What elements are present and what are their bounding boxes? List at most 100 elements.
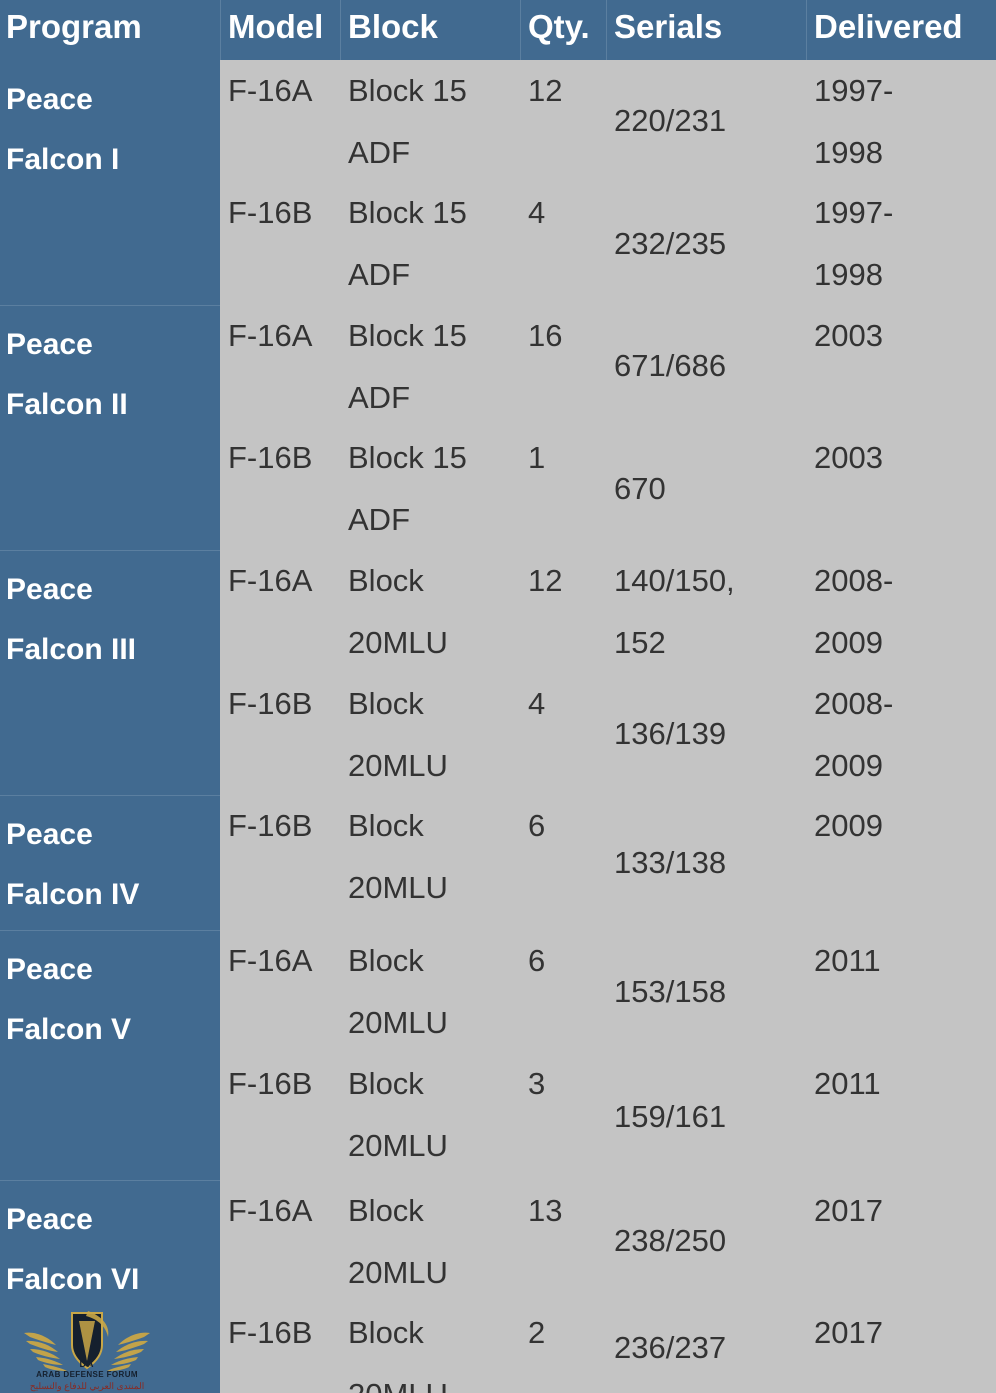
qty-cell[interactable]: 6 xyxy=(520,795,606,930)
block-cell-line: Block 15 xyxy=(348,318,467,353)
qty-cell[interactable]: 12 xyxy=(520,550,606,673)
header-column-divider xyxy=(340,0,341,60)
delivered-cell-line: 2009 xyxy=(814,625,883,660)
aircraft-delivery-table: Program Model Block Qty. Serials Delivered Pe… xyxy=(0,0,996,1393)
block-cell[interactable]: Block 20MLU xyxy=(340,795,520,930)
block-cell[interactable]: Block 20MLU xyxy=(340,550,520,673)
block-cell-line: 20MLU xyxy=(348,748,448,783)
program-cell[interactable]: Peace Falcon I xyxy=(0,60,220,305)
block-cell[interactable]: Block 20MLU xyxy=(340,1180,520,1302)
delivered-cell[interactable]: 2009 xyxy=(806,795,996,930)
program-label-line: Peace xyxy=(6,328,93,361)
program-cell[interactable]: Peace Falcon V xyxy=(0,930,220,1180)
delivered-cell-line: 2009 xyxy=(814,748,883,783)
delivered-cell[interactable]: 2017 xyxy=(806,1180,996,1302)
block-cell-line: Block xyxy=(348,563,424,598)
model-cell[interactable]: F-16A xyxy=(220,550,340,673)
qty-cell[interactable]: 1 xyxy=(520,427,606,550)
serials-cell[interactable]: 153/158 xyxy=(606,930,806,1053)
program-cell[interactable]: Peace Falcon VI xyxy=(0,1180,220,1393)
column-divider xyxy=(340,60,341,1393)
block-cell[interactable]: Block 20MLU xyxy=(340,1053,520,1180)
qty-cell[interactable]: 4 xyxy=(520,673,606,795)
block-cell-line: ADF xyxy=(348,502,410,537)
qty-cell[interactable]: 16 xyxy=(520,305,606,427)
model-cell[interactable]: F-16B xyxy=(220,427,340,550)
block-cell[interactable]: Block 20MLU xyxy=(340,673,520,795)
block-cell-line: 20MLU xyxy=(348,1128,448,1163)
block-cell[interactable]: Block 20MLU xyxy=(340,1302,520,1393)
block-cell[interactable]: Block 15 ADF xyxy=(340,305,520,427)
block-cell-line: ADF xyxy=(348,135,410,170)
serials-cell[interactable]: 232/235 xyxy=(606,182,806,305)
serials-cell-line: 152 xyxy=(614,625,666,660)
delivered-cell[interactable]: 2017 xyxy=(806,1302,996,1393)
program-label-line: Falcon I xyxy=(6,143,120,176)
serials-cell[interactable]: 671/686 xyxy=(606,305,806,427)
program-label-line: Peace xyxy=(6,818,93,851)
serials-cell[interactable]: 238/250 xyxy=(606,1180,806,1302)
block-cell[interactable]: Block 15 ADF xyxy=(340,182,520,305)
column-header-model[interactable]: Model xyxy=(220,0,340,60)
block-cell-line: Block xyxy=(348,808,424,843)
column-header-serials[interactable]: Serials xyxy=(606,0,806,60)
block-cell-line: 20MLU xyxy=(348,1255,448,1290)
delivered-cell[interactable]: 2011 xyxy=(806,930,996,1053)
program-cell[interactable]: Peace Falcon IV xyxy=(0,795,220,930)
program-group-divider xyxy=(0,930,220,931)
model-cell[interactable]: F-16B xyxy=(220,673,340,795)
serials-cell[interactable]: 133/138 xyxy=(606,795,806,930)
delivered-cell[interactable]: 2011 xyxy=(806,1053,996,1180)
delivered-cell[interactable]: 2008- 2009 xyxy=(806,550,996,673)
serials-cell[interactable]: 140/150, 152 xyxy=(606,550,806,673)
qty-cell[interactable]: 6 xyxy=(520,930,606,1053)
qty-cell[interactable]: 13 xyxy=(520,1180,606,1302)
block-cell-line: Block xyxy=(348,943,424,978)
qty-cell[interactable]: 3 xyxy=(520,1053,606,1180)
model-cell[interactable]: F-16A xyxy=(220,1180,340,1302)
model-cell[interactable]: F-16B xyxy=(220,1302,340,1393)
column-header-delivered[interactable]: Delivered xyxy=(806,0,996,60)
block-cell-line: Block xyxy=(348,686,424,721)
block-cell[interactable]: Block 20MLU xyxy=(340,930,520,1053)
program-label-line: Peace xyxy=(6,953,93,986)
model-cell[interactable]: F-16A xyxy=(220,930,340,1053)
program-cell[interactable]: Peace Falcon II xyxy=(0,305,220,550)
serials-cell[interactable]: 136/139 xyxy=(606,673,806,795)
model-cell[interactable]: F-16B xyxy=(220,1053,340,1180)
model-cell[interactable]: F-16A xyxy=(220,60,340,182)
block-cell-line: 20MLU xyxy=(348,625,448,660)
block-cell-line: 20MLU xyxy=(348,1005,448,1040)
serials-cell[interactable]: 236/237 xyxy=(606,1302,806,1393)
qty-cell[interactable]: 12 xyxy=(520,60,606,182)
column-divider xyxy=(806,60,807,1393)
delivered-cell[interactable]: 2008- 2009 xyxy=(806,673,996,795)
serials-cell[interactable]: 670 xyxy=(606,427,806,550)
serials-cell-line: 232/235 xyxy=(614,225,727,261)
qty-cell[interactable]: 4 xyxy=(520,182,606,305)
column-header-program[interactable]: Program xyxy=(0,0,220,60)
serials-cell[interactable]: 220/231 xyxy=(606,60,806,182)
delivered-cell[interactable]: 2003 xyxy=(806,305,996,427)
column-header-block[interactable]: Block xyxy=(340,0,520,60)
table-header-row: Program Model Block Qty. Serials Delivered xyxy=(0,0,996,60)
serials-cell-line: 671/686 xyxy=(614,348,727,383)
block-cell[interactable]: Block 15 ADF xyxy=(340,427,520,550)
block-cell-line: Block 15 xyxy=(348,440,467,475)
block-cell-line: 20MLU xyxy=(348,1364,520,1393)
qty-cell[interactable]: 2 xyxy=(520,1302,606,1393)
model-cell[interactable]: F-16B xyxy=(220,795,340,930)
program-cell[interactable]: Peace Falcon III xyxy=(0,550,220,795)
block-cell-line: ADF xyxy=(348,380,410,415)
column-header-qty[interactable]: Qty. xyxy=(520,0,606,60)
delivered-cell[interactable]: 1997- 1998 xyxy=(806,182,996,305)
delivered-cell[interactable]: 2003 xyxy=(806,427,996,550)
delivered-cell-line: 2003 xyxy=(814,440,883,475)
block-cell-line: Block 15 xyxy=(348,73,467,108)
serials-cell-line: 236/237 xyxy=(614,1329,727,1365)
block-cell[interactable]: Block 15 ADF xyxy=(340,60,520,182)
serials-cell[interactable]: 159/161 xyxy=(606,1053,806,1180)
delivered-cell[interactable]: 1997- 1998 xyxy=(806,60,996,182)
model-cell[interactable]: F-16A xyxy=(220,305,340,427)
model-cell[interactable]: F-16B xyxy=(220,182,340,305)
